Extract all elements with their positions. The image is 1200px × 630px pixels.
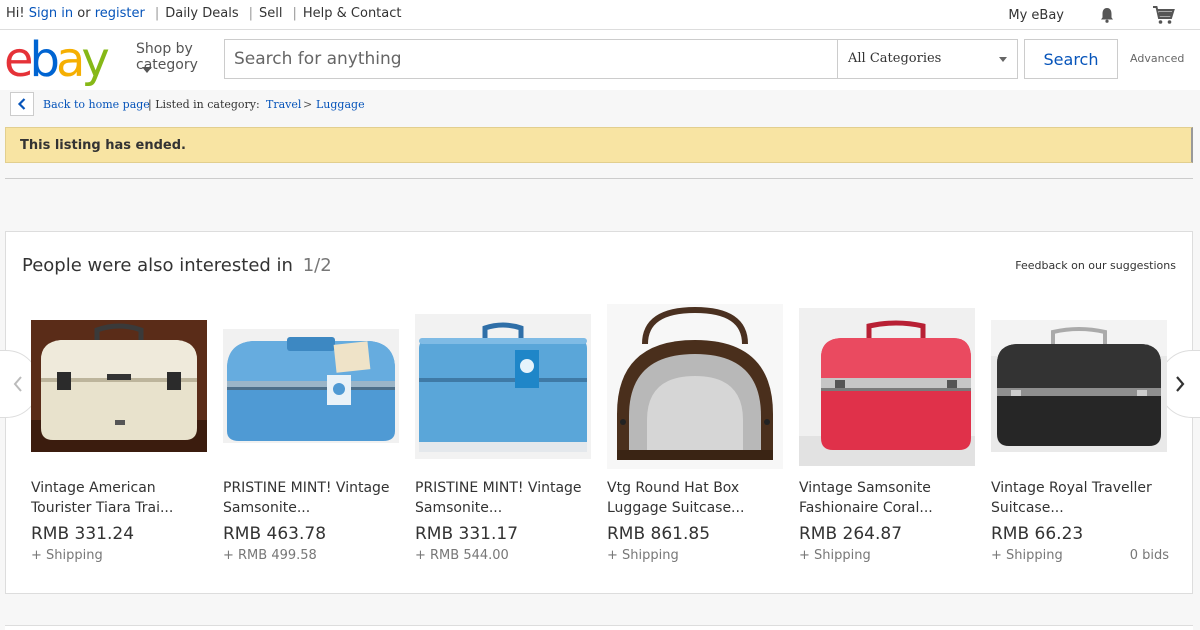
shipping-cost: + Shipping: [607, 548, 679, 563]
suggestion-card[interactable]: PRISTINE MINT! Vintage Samsonite... RMB …: [223, 302, 401, 572]
shipping-cost: + Shipping: [31, 548, 103, 563]
product-image[interactable]: [415, 314, 591, 459]
product-title[interactable]: Vintage Royal Traveller Suitcase...: [991, 478, 1167, 518]
suggestion-card[interactable]: Vintage Royal Traveller Suitcase... RMB …: [991, 302, 1169, 572]
feedback-link[interactable]: Feedback on our suggestions: [1015, 259, 1176, 272]
product-price: RMB 66.23: [991, 524, 1084, 544]
product-title[interactable]: PRISTINE MINT! Vintage Samsonite...: [415, 478, 591, 518]
suggestion-card[interactable]: PRISTINE MINT! Vintage Samsonite... RMB …: [415, 302, 593, 572]
shop-by-label: Shop by: [136, 41, 193, 57]
product-image[interactable]: [991, 320, 1167, 452]
dropdown-arrow-icon: [999, 57, 1007, 62]
product-title[interactable]: PRISTINE MINT! Vintage Samsonite...: [223, 478, 399, 518]
shop-by-category-button[interactable]: Shop by category: [136, 41, 198, 73]
listing-ended-banner: This listing has ended.: [5, 127, 1193, 163]
suggestions-title: People were also interested in 1/2: [22, 255, 332, 276]
suggestion-card[interactable]: Vintage Samsonite Fashionaire Coral... R…: [799, 302, 977, 572]
suggestions-carousel: People were also interested in 1/2 Feedb…: [0, 231, 1200, 594]
chevron-left-icon: [13, 376, 22, 392]
shipping-cost: + RMB 544.00: [415, 548, 509, 563]
top-nav-left: Hi! Sign in or register | Daily Deals | …: [6, 6, 402, 21]
divider: |: [154, 6, 160, 21]
product-price: RMB 331.24: [31, 524, 135, 544]
category-select-value: All Categories: [848, 51, 942, 66]
product-title[interactable]: Vintage American Tourister Tiara Trai...: [31, 478, 207, 518]
or-text: or: [77, 6, 91, 21]
breadcrumb-travel-link[interactable]: Travel: [266, 98, 301, 111]
top-nav-bar: Hi! Sign in or register | Daily Deals | …: [0, 0, 1200, 30]
chevron-left-icon: [17, 98, 26, 110]
bell-icon[interactable]: [1098, 6, 1116, 24]
suggestion-card[interactable]: Vintage American Tourister Tiara Trai...…: [31, 302, 209, 572]
help-contact-link[interactable]: Help & Contact: [303, 6, 402, 21]
product-price: RMB 861.85: [607, 524, 711, 544]
shipping-cost: + Shipping: [991, 548, 1063, 563]
sign-in-link[interactable]: Sign in: [29, 6, 73, 21]
product-image[interactable]: [31, 320, 207, 452]
next-section-edge: [5, 625, 1193, 630]
search-input[interactable]: [225, 40, 837, 78]
breadcrumb-luggage-link[interactable]: Luggage: [316, 98, 365, 111]
bid-count: 0 bids: [1129, 548, 1169, 563]
product-image[interactable]: [607, 304, 783, 469]
category-select[interactable]: All Categories: [837, 40, 1017, 78]
register-link[interactable]: register: [95, 6, 145, 21]
listed-in-label: | Listed in category:: [148, 98, 260, 111]
search-bar: All Categories: [224, 39, 1018, 79]
product-price: RMB 463.78: [223, 524, 327, 544]
suggestion-card[interactable]: Vtg Round Hat Box Luggage Suitcase... RM…: [607, 302, 785, 572]
product-image[interactable]: [799, 308, 975, 466]
back-button[interactable]: [10, 92, 34, 116]
product-title[interactable]: Vintage Samsonite Fashionaire Coral...: [799, 478, 975, 518]
product-image[interactable]: [223, 329, 399, 443]
sell-link[interactable]: Sell: [259, 6, 282, 21]
site-header: ebay Shop by category All Categories Sea…: [0, 30, 1200, 90]
greeting-text: Hi!: [6, 6, 25, 21]
chevron-right-icon: [1176, 376, 1185, 392]
divider: |: [292, 6, 297, 21]
daily-deals-link[interactable]: Daily Deals: [165, 6, 238, 21]
shipping-cost: + Shipping: [799, 548, 871, 563]
back-to-home-link[interactable]: Back to home page: [43, 98, 150, 111]
product-price: RMB 264.87: [799, 524, 903, 544]
product-price: RMB 331.17: [415, 524, 519, 544]
search-button[interactable]: Search: [1024, 39, 1118, 79]
shipping-cost: + RMB 499.58: [223, 548, 317, 563]
divider: [5, 178, 1193, 179]
my-ebay-link[interactable]: My eBay: [1008, 8, 1064, 23]
product-title[interactable]: Vtg Round Hat Box Luggage Suitcase...: [607, 478, 783, 518]
breadcrumb-separator: >: [303, 98, 313, 111]
cart-icon[interactable]: [1152, 5, 1176, 25]
listing-ended-text: This listing has ended.: [20, 138, 186, 153]
advanced-search-link[interactable]: Advanced: [1130, 52, 1184, 65]
carousel-page-count: 1/2: [302, 255, 332, 276]
divider: |: [248, 6, 253, 21]
chevron-down-icon: [142, 67, 152, 73]
ebay-logo[interactable]: ebay: [4, 32, 110, 88]
